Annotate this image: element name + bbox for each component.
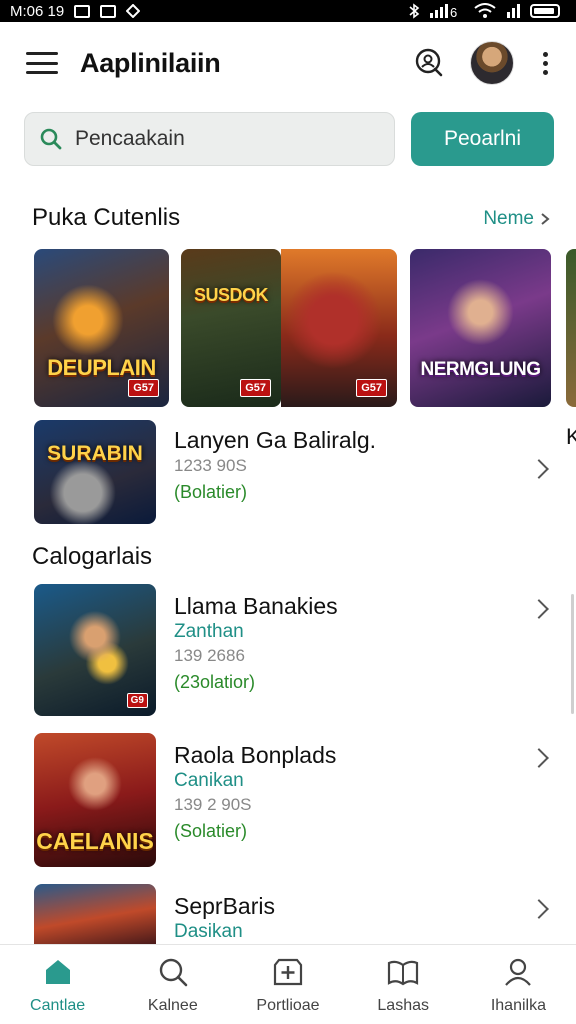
list-item[interactable]: CAELANIS Raola Bonplads Canikan 139 2 90… bbox=[34, 733, 554, 867]
item-name: Lanyen Ga Baliralg. bbox=[174, 427, 377, 453]
featured-card-peek[interactable] bbox=[566, 249, 576, 407]
profile-icon bbox=[505, 958, 532, 986]
notification-icon bbox=[74, 4, 91, 18]
home-icon bbox=[45, 960, 70, 984]
library-icon bbox=[388, 960, 419, 986]
nav-label: Ihanilka bbox=[490, 997, 546, 1014]
list-item[interactable]: SURABIN Lanyen Ga Baliralg. 1233 90S (Bo… bbox=[34, 420, 554, 524]
nav-label: Cantlae bbox=[30, 997, 86, 1014]
more-options-icon[interactable] bbox=[540, 51, 550, 75]
battery-icon bbox=[530, 4, 560, 18]
bluetooth-icon bbox=[409, 3, 420, 19]
nav-label: Kalnee bbox=[147, 997, 198, 1014]
nav-item-add[interactable]: Portlioae bbox=[230, 945, 345, 1024]
item-badge: G9 bbox=[126, 693, 148, 708]
card-logo: NERMGLUNG bbox=[420, 359, 541, 380]
bottom-navigation: Cantlae Kalnee Portlioae Lashas Ihanilka bbox=[0, 944, 576, 1024]
search-icon bbox=[40, 128, 62, 150]
more-link-label: Neme bbox=[483, 208, 534, 229]
item-thumbnail bbox=[34, 884, 156, 944]
card-logo: SUSDOK bbox=[193, 285, 269, 305]
status-time: M:06 19 bbox=[10, 2, 65, 20]
item-thumbnail: SURABIN bbox=[34, 420, 156, 524]
categories-section-title: Calogarlais bbox=[32, 543, 153, 570]
item-number: 1233 90S bbox=[174, 456, 247, 475]
add-box-icon bbox=[273, 958, 303, 986]
search-person-icon[interactable] bbox=[414, 48, 444, 78]
item-subtitle: Zanthan bbox=[174, 621, 244, 642]
location-icon bbox=[126, 4, 141, 18]
app-bar: Aaplinilaiin bbox=[0, 22, 576, 104]
featured-card[interactable]: NERMGLUNG bbox=[410, 249, 551, 407]
card-logo: DEUPLAIN bbox=[47, 355, 156, 380]
search-row: Peoarlni bbox=[24, 112, 554, 166]
image-notification-icon bbox=[100, 4, 117, 18]
nav-label: Portlioae bbox=[256, 997, 320, 1014]
menu-icon[interactable] bbox=[26, 52, 58, 74]
scrollbar[interactable] bbox=[571, 594, 574, 714]
data-signal-icon bbox=[507, 4, 520, 18]
item-thumbnail: CAELANIS bbox=[34, 733, 156, 867]
item-subtitle: Canikan bbox=[174, 770, 244, 791]
search-icon bbox=[159, 958, 188, 987]
featured-card[interactable]: SUSDOK G57 bbox=[181, 249, 281, 407]
item-thumbnail: G9 bbox=[34, 584, 156, 716]
item-name: Raola Bonplads bbox=[174, 742, 337, 768]
signal-icon: 6 bbox=[430, 4, 457, 18]
featured-carousel[interactable]: DEUPLAIN G57 SUSDOK G57 G57 NERMGLUNG bbox=[34, 249, 576, 407]
nav-item-profile[interactable]: Ihanilka bbox=[461, 945, 576, 1024]
item-status: (Bolatier) bbox=[174, 482, 248, 502]
search-button[interactable]: Peoarlni bbox=[411, 112, 554, 166]
status-bar: M:06 19 6 bbox=[0, 0, 576, 22]
card-badge: G57 bbox=[356, 379, 387, 397]
item-name: Llama Banakies bbox=[174, 593, 338, 619]
chevron-right-icon bbox=[529, 748, 549, 768]
item-number: 139 2 90S bbox=[174, 795, 252, 814]
item-number: 139 2686 bbox=[174, 646, 245, 665]
nav-item-library[interactable]: Lashas bbox=[346, 945, 461, 1024]
nav-label: Lashas bbox=[377, 997, 429, 1014]
card-badge: G57 bbox=[240, 379, 271, 397]
list-item[interactable]: G9 Llama Banakies Zanthan 139 2686 (23ol… bbox=[34, 584, 554, 716]
featured-card[interactable]: G57 bbox=[281, 249, 397, 407]
featured-card[interactable]: DEUPLAIN G57 bbox=[34, 249, 169, 407]
item-logo: CAELANIS bbox=[36, 828, 154, 854]
chevron-right-icon bbox=[529, 899, 549, 919]
list-item[interactable]: SeprBaris Dasikan bbox=[34, 884, 554, 944]
nav-item-home[interactable]: Cantlae bbox=[0, 945, 115, 1024]
chevron-right-icon bbox=[529, 599, 549, 619]
search-field[interactable] bbox=[24, 112, 395, 166]
peek-item-initial: K bbox=[566, 424, 576, 449]
item-status: (23olatior) bbox=[174, 672, 256, 692]
chevron-right-icon bbox=[541, 213, 550, 225]
item-name: SeprBaris bbox=[174, 893, 275, 919]
item-status: (Solatier) bbox=[174, 821, 248, 841]
item-subtitle: Dasikan bbox=[174, 921, 243, 942]
avatar[interactable] bbox=[470, 41, 514, 85]
search-input[interactable] bbox=[75, 127, 365, 151]
chevron-right-icon bbox=[529, 459, 549, 479]
wifi-icon bbox=[474, 3, 496, 18]
app-title: Aaplinilaiin bbox=[80, 47, 221, 78]
svg-text:6: 6 bbox=[450, 5, 457, 18]
card-badge: G57 bbox=[128, 379, 159, 397]
featured-section-title: Puka Cutenlis bbox=[32, 204, 181, 231]
nav-item-search[interactable]: Kalnee bbox=[115, 945, 230, 1024]
item-logo: SURABIN bbox=[47, 442, 143, 465]
more-link[interactable]: Neme bbox=[483, 208, 550, 230]
